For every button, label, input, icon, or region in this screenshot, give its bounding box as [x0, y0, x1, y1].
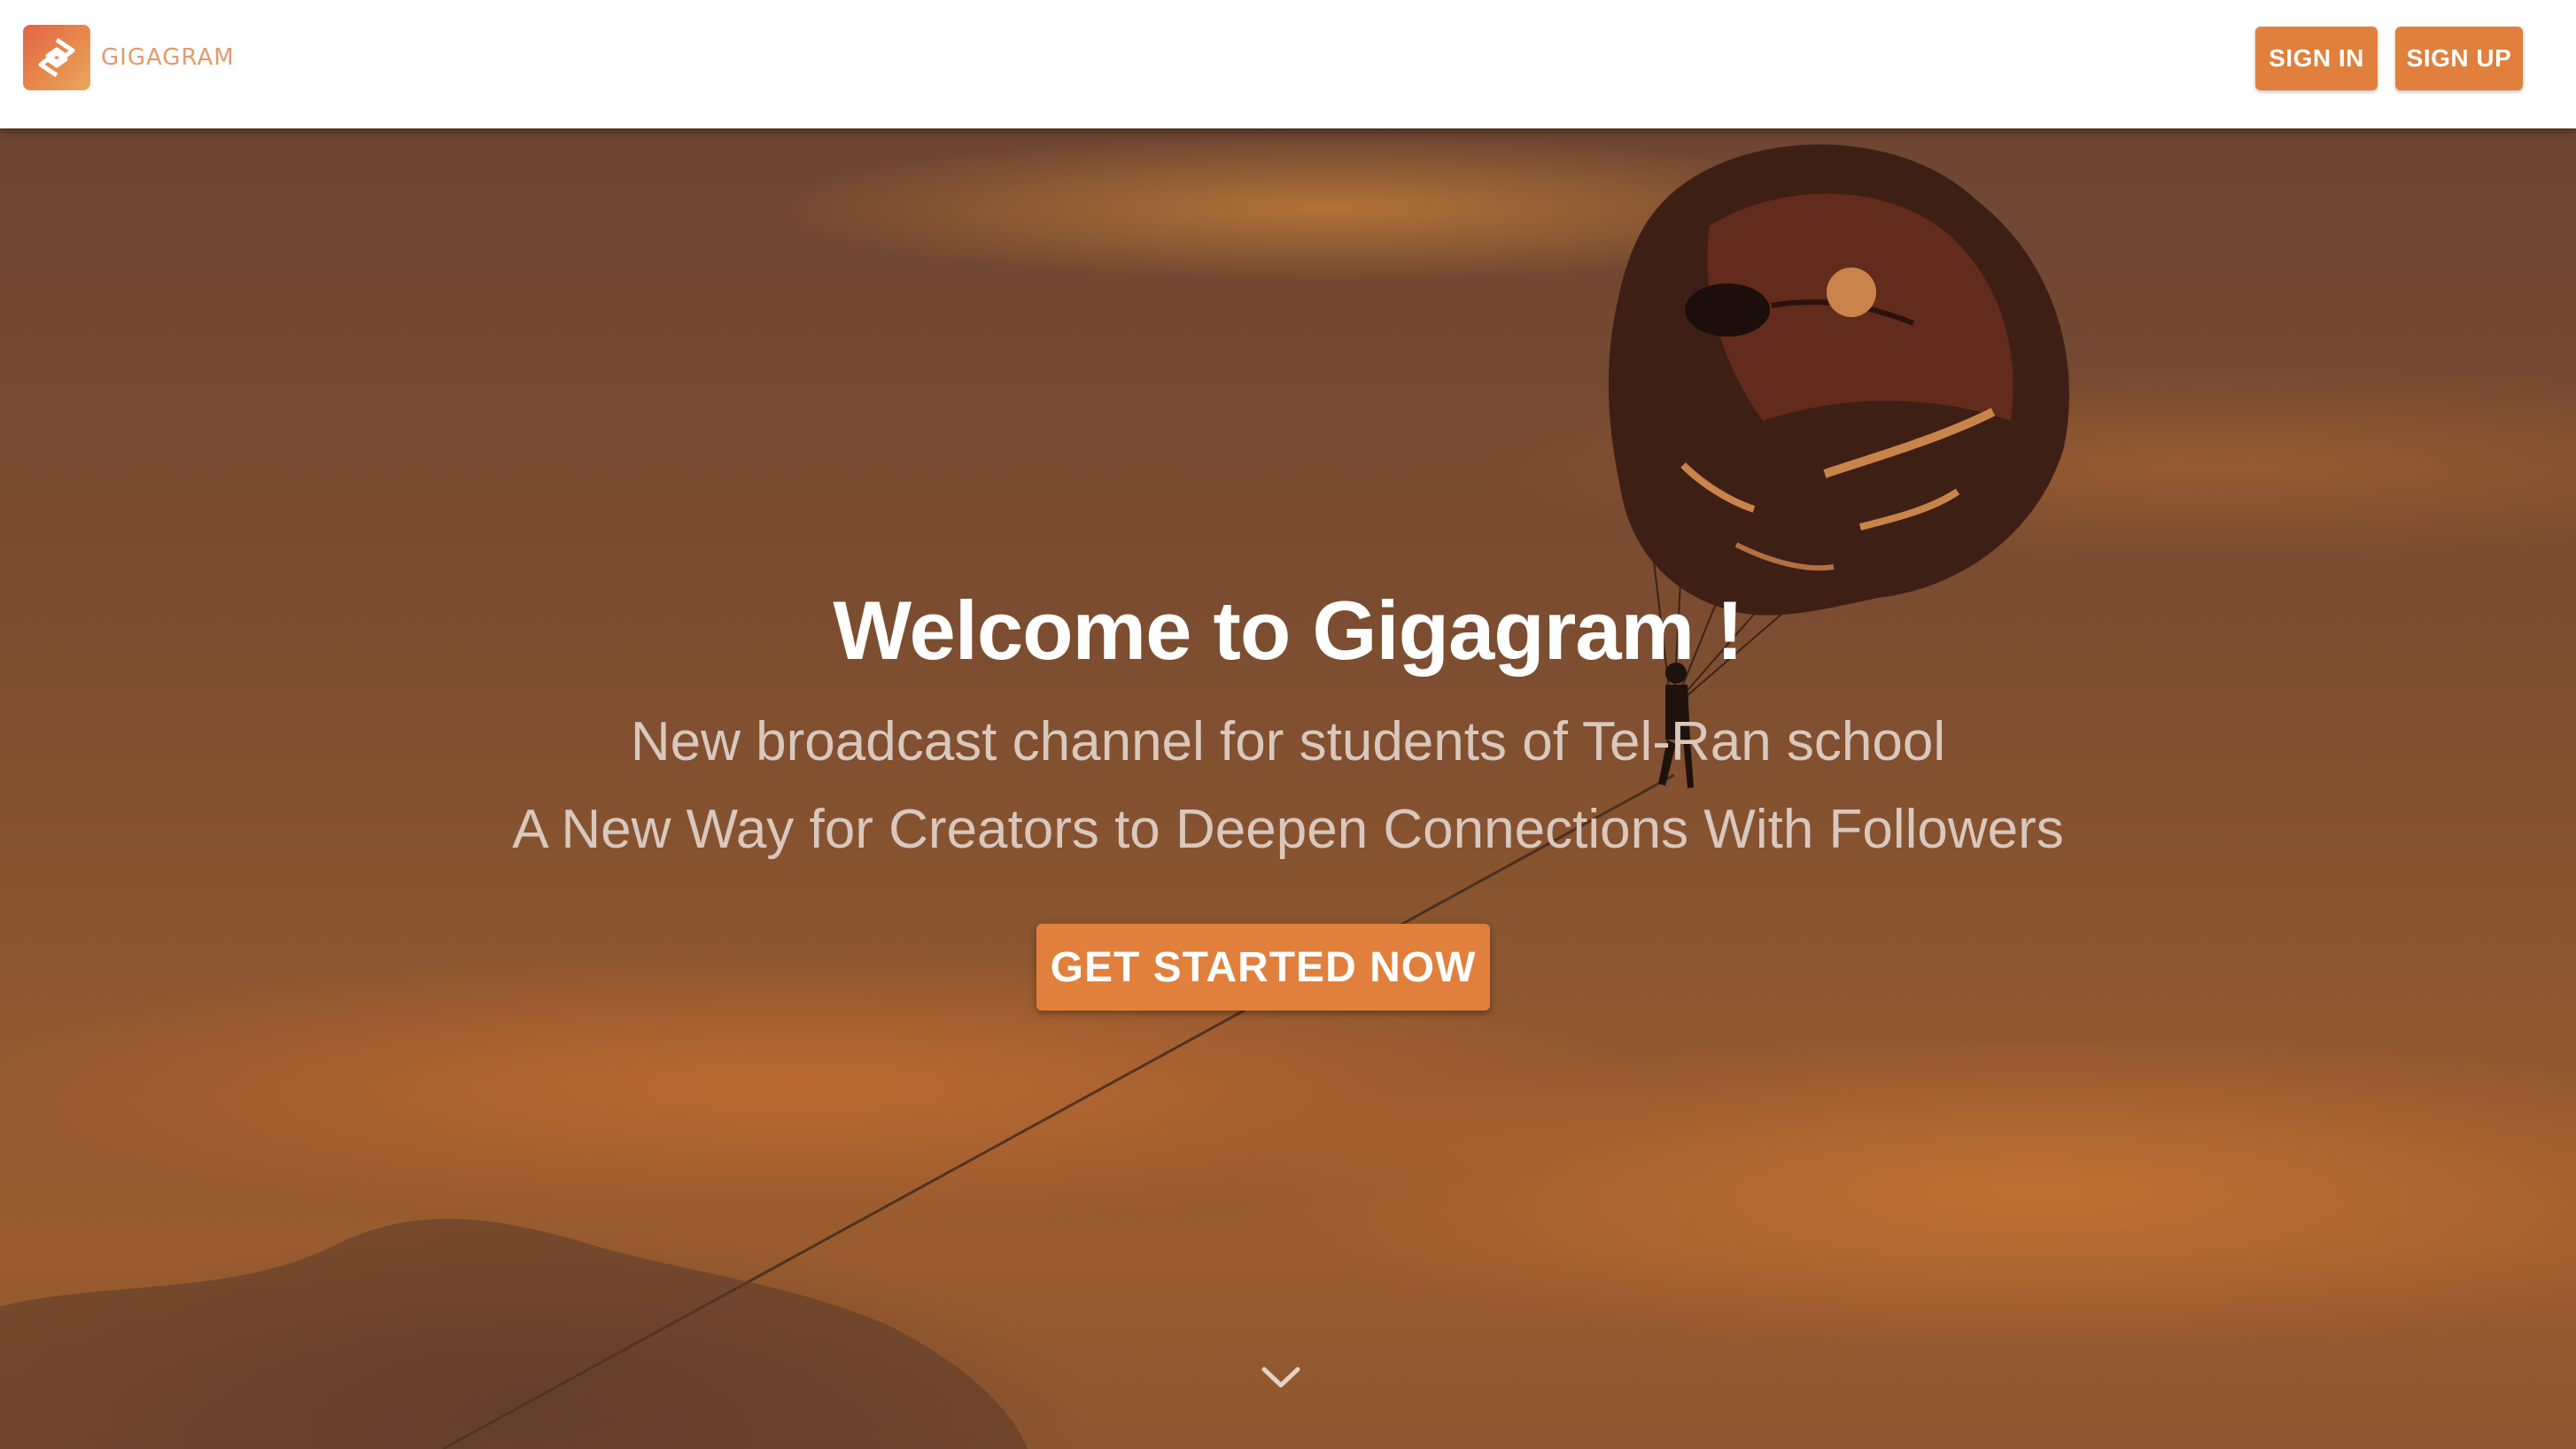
landing-page: GIGAGRAM SIGN IN SIGN UP Welcome to Giga…: [0, 0, 2576, 1449]
sign-up-button[interactable]: SIGN UP: [2395, 27, 2523, 90]
brand-logo[interactable]: GIGAGRAM: [23, 25, 235, 90]
parachute-canopy: [1608, 144, 2069, 616]
brand-name: GIGAGRAM: [101, 44, 235, 71]
hero-subtitle-2: A New Way for Creators to Deepen Connect…: [512, 799, 2064, 860]
get-started-button[interactable]: GET STARTED NOW: [1036, 924, 1490, 1011]
top-navbar: GIGAGRAM SIGN IN SIGN UP: [0, 0, 2576, 128]
gigagram-logo-icon: [23, 25, 90, 90]
cloud-shadow: [0, 1219, 1028, 1449]
parasail-sunset-image: [0, 144, 2069, 1449]
hero-subtitle-1: New broadcast channel for students of Te…: [630, 711, 1946, 772]
hero-section: Welcome to Gigagram ! New broadcast chan…: [0, 128, 2576, 1449]
chevron-down-icon[interactable]: [1258, 1360, 1304, 1395]
sign-in-button[interactable]: SIGN IN: [2255, 27, 2378, 90]
hero-title: Welcome to Gigagram !: [833, 584, 1743, 677]
